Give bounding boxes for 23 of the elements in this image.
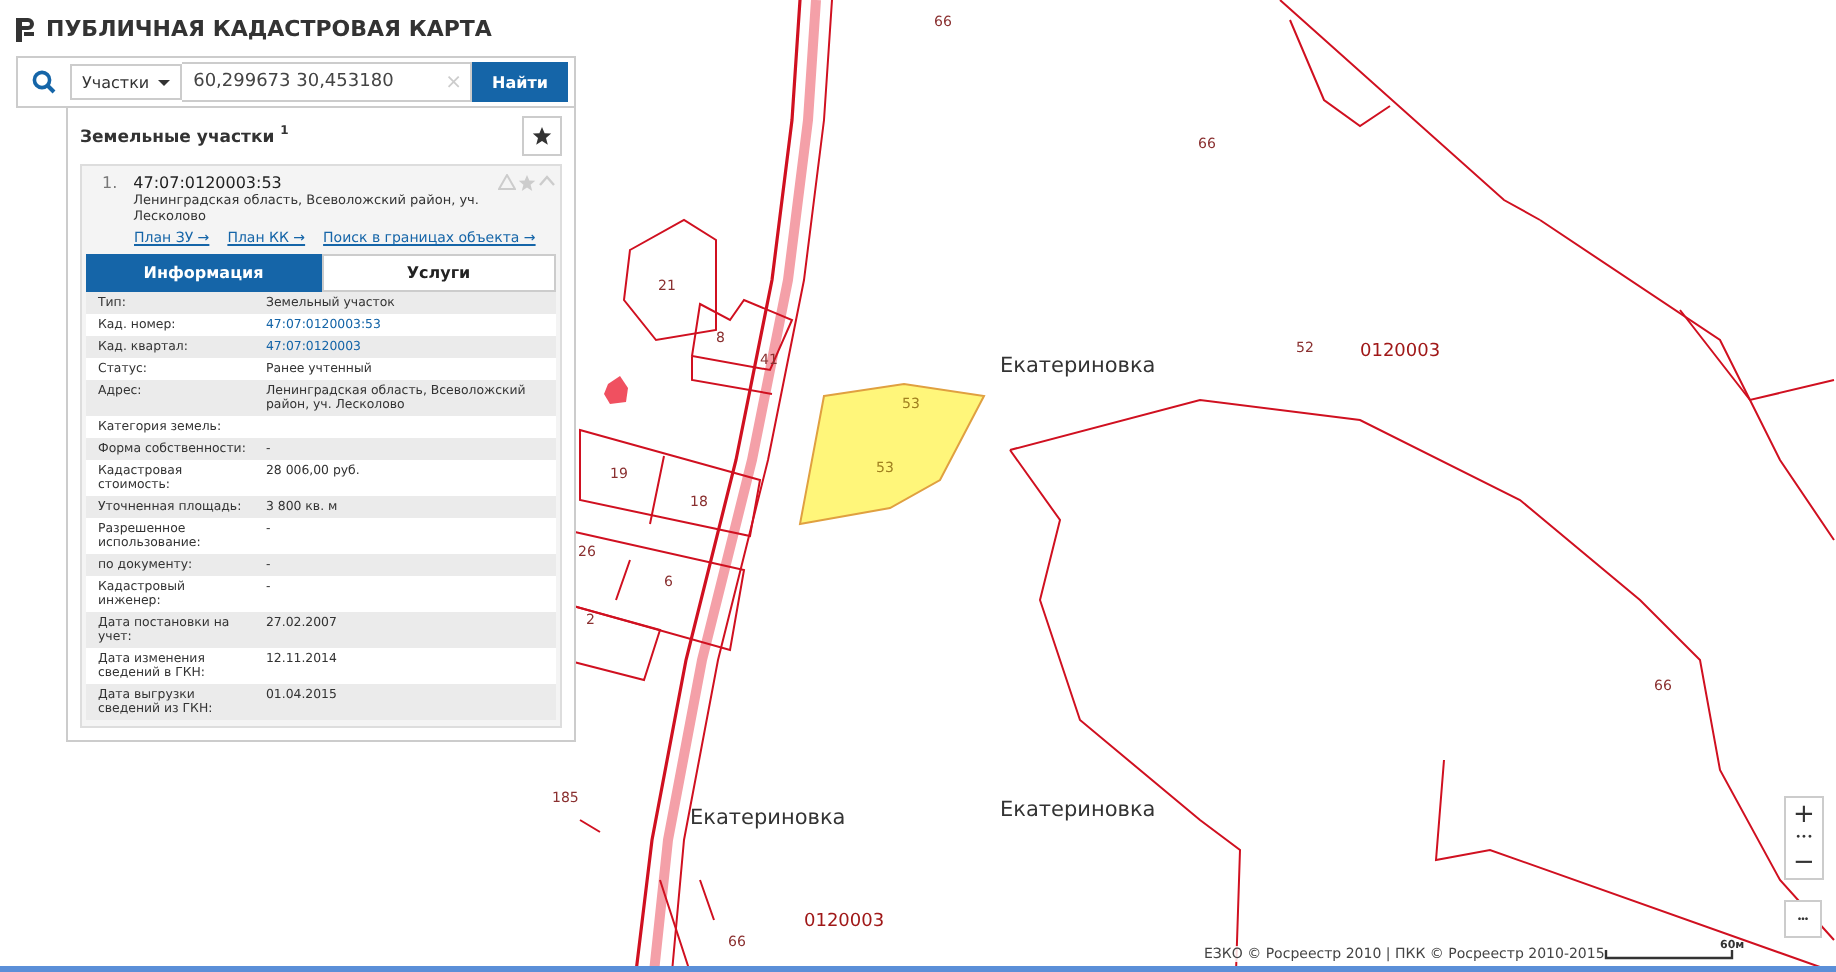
- tab[interactable]: Услуги: [321, 254, 556, 292]
- favorite-button[interactable]: [522, 116, 562, 156]
- search-button[interactable]: Найти: [472, 62, 568, 102]
- search-icon[interactable]: [32, 70, 56, 94]
- warning-icon[interactable]: [498, 174, 516, 190]
- results-title: Земельные участки $^{1}$: [80, 124, 289, 148]
- search-field[interactable]: 60,299673 30,453180 ×: [181, 62, 473, 102]
- category-dropdown[interactable]: Участки: [70, 64, 182, 100]
- chevron-icon[interactable]: [538, 174, 556, 188]
- app-title: ПУБЛИЧНАЯ КАДАСТРОВАЯ КАРТА: [46, 16, 492, 42]
- star-icon: [532, 126, 552, 146]
- locality-label: Екатериновка: [1000, 356, 1156, 377]
- caret-icon: [157, 79, 170, 85]
- quarter-number: 0120003: [1360, 344, 1441, 362]
- star-icon[interactable]: [518, 174, 536, 192]
- quarter-number: 0120003: [804, 914, 885, 932]
- locality-label: Екатериновка: [690, 808, 846, 829]
- item-number: 1.: [102, 174, 118, 196]
- tab[interactable]: Информация: [86, 254, 321, 292]
- scale-bar: [1604, 950, 1734, 960]
- logo-icon: [16, 17, 34, 41]
- cadastral-number[interactable]: 47:07:0120003:53: [133, 174, 482, 192]
- locality-label: Екатериновка: [1000, 800, 1156, 821]
